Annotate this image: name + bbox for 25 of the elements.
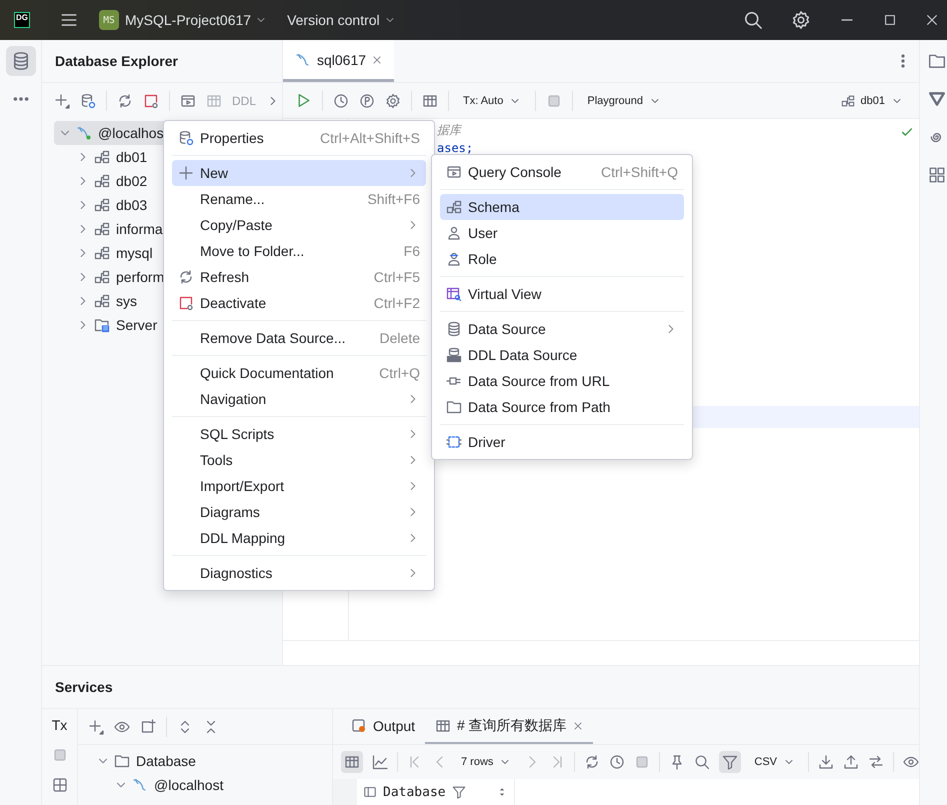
- code-line: 据库: [437, 122, 461, 138]
- shortcut-label: Ctrl+Alt+Shift+S: [320, 130, 420, 146]
- tree-label: informa: [116, 221, 163, 237]
- shortcut-label: F6: [404, 243, 420, 259]
- tree-label: db01: [116, 149, 148, 165]
- shortcut-label: Ctrl+F5: [374, 269, 420, 285]
- shortcut-label: Ctrl+Q: [379, 365, 420, 381]
- tree-label: @localhos: [98, 125, 164, 141]
- tree-label: db02: [116, 173, 148, 189]
- shortcut-label: Ctrl+Shift+Q: [600, 164, 678, 180]
- shortcut-label: Delete: [380, 330, 420, 346]
- tree-label: sys: [116, 293, 137, 309]
- code-line: ases;: [437, 141, 474, 155]
- shortcut-label: Shift+F6: [367, 191, 420, 207]
- app-logo: DG: [14, 12, 30, 28]
- project-badge: MS: [99, 10, 119, 30]
- panel-title: Services: [54, 678, 114, 697]
- tree-label: Server: [116, 317, 158, 333]
- panel-title: Database Explorer: [42, 40, 282, 83]
- tree-label: perform: [116, 269, 164, 285]
- tree-label: mysql: [116, 245, 153, 261]
- tree-label: db03: [116, 197, 148, 213]
- shortcut-label: Ctrl+F2: [374, 295, 420, 311]
- tree-label: @localhost: [154, 777, 224, 793]
- tree-label: Database: [136, 753, 196, 769]
